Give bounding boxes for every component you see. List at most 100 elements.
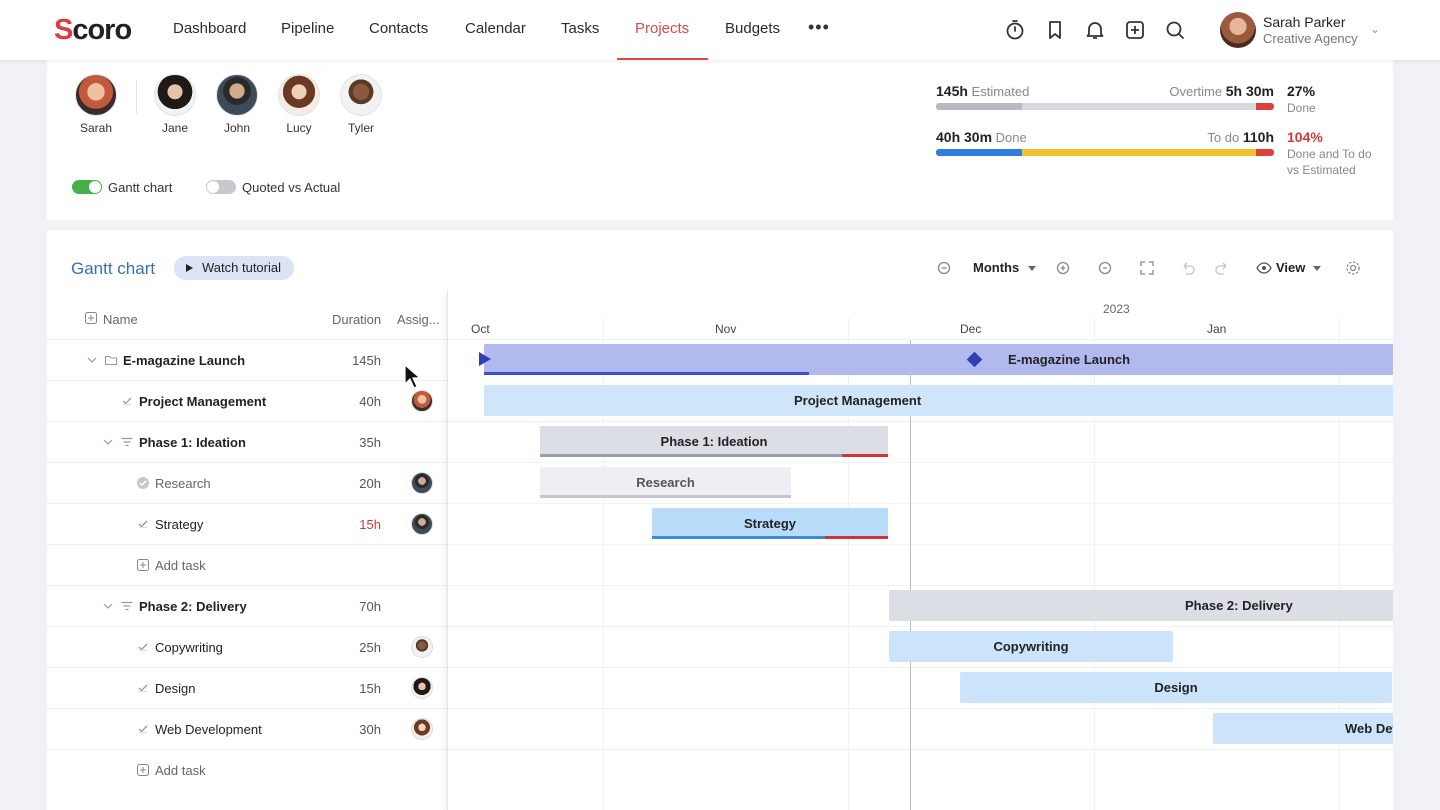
avatar <box>340 74 382 116</box>
nav-pipeline[interactable]: Pipeline <box>281 20 334 37</box>
chevron-down-icon[interactable] <box>101 435 115 449</box>
name-column-header[interactable]: Name <box>103 312 138 327</box>
assignee-avatar[interactable] <box>411 677 433 699</box>
gantt-bar-phase-2[interactable]: Phase 2: Delivery <box>889 590 1393 621</box>
gantt-bar-e-magazine-launch[interactable]: E-magazine Launch <box>484 344 1393 375</box>
watch-tutorial-button[interactable]: Watch tutorial <box>174 256 294 280</box>
task-check-icon[interactable] <box>136 722 150 736</box>
table-row[interactable]: Web Development 30h <box>47 708 447 749</box>
fullscreen-icon[interactable] <box>1138 259 1156 277</box>
month-label: Nov <box>715 322 737 336</box>
row-duration: 20h <box>359 476 381 491</box>
table-row[interactable]: Phase 2: Delivery 70h <box>47 585 447 626</box>
bar-overtime <box>842 454 888 457</box>
chevron-down-icon[interactable] <box>101 599 115 613</box>
table-row[interactable]: Project Management 40h <box>47 380 447 421</box>
nav-calendar[interactable]: Calendar <box>465 20 526 37</box>
row-name: Copywriting <box>155 640 223 655</box>
table-row[interactable]: Design 15h <box>47 667 447 708</box>
nav-budgets[interactable]: Budgets <box>725 20 780 37</box>
grid-line <box>448 626 1393 627</box>
redo-icon[interactable] <box>1213 259 1231 277</box>
timer-icon[interactable] <box>1003 18 1027 42</box>
bar-progress <box>484 372 809 375</box>
chevron-down-icon[interactable] <box>85 353 99 367</box>
assignee-avatar[interactable] <box>411 718 433 740</box>
table-row[interactable]: Copywriting 25h <box>47 626 447 667</box>
row-name: Strategy <box>155 517 204 532</box>
gantt-chart-toggle[interactable] <box>72 180 102 194</box>
gantt-card: Gantt chart Watch tutorial Months View N… <box>47 230 1393 810</box>
estimated-stat: 145h Estimated <box>936 83 1030 99</box>
zoom-in-icon[interactable] <box>1054 259 1072 277</box>
add-icon[interactable] <box>1123 18 1147 42</box>
add-task-link[interactable]: Add task <box>155 558 206 573</box>
task-check-icon[interactable] <box>120 394 134 408</box>
expand-all-icon[interactable] <box>85 312 97 324</box>
more-menu-icon[interactable]: ••• <box>808 17 830 38</box>
gantt-bar-strategy[interactable]: Strategy <box>652 508 888 539</box>
table-row[interactable]: Phase 1: Ideation 35h <box>47 421 447 462</box>
task-check-icon[interactable] <box>136 517 150 531</box>
gantt-bar-web-development[interactable]: Web Dev <box>1213 713 1393 744</box>
table-row[interactable]: Research 20h <box>47 462 447 503</box>
table-row[interactable]: Strategy 15h <box>47 503 447 544</box>
gear-icon[interactable] <box>1344 259 1362 277</box>
row-duration: 145h <box>352 353 381 368</box>
assignee-avatar[interactable] <box>411 390 433 412</box>
bell-icon[interactable] <box>1083 18 1107 42</box>
task-check-icon[interactable] <box>136 681 150 695</box>
add-task-icon[interactable] <box>136 558 150 572</box>
gantt-bar-copywriting[interactable]: Copywriting <box>889 631 1173 662</box>
zoom-out-icon[interactable] <box>935 259 953 277</box>
assignee-avatar[interactable] <box>411 472 433 494</box>
scale-select[interactable]: Months <box>973 260 1019 275</box>
completed-check-icon[interactable] <box>136 476 150 490</box>
user-menu[interactable]: Sarah Parker Creative Agency ⌄ <box>1216 8 1390 52</box>
gantt-timeline[interactable]: 2023 Oct Nov Dec Jan E-magazine Launch P… <box>447 290 1393 810</box>
assignee-column-header[interactable]: Assig... <box>397 312 440 327</box>
table-row[interactable]: Add task <box>47 544 447 585</box>
team-member-lucy[interactable]: Lucy <box>269 74 329 135</box>
add-task-link[interactable]: Add task <box>155 763 206 778</box>
undo-icon[interactable] <box>1179 259 1197 277</box>
add-task-icon[interactable] <box>136 763 150 777</box>
table-row[interactable]: E-magazine Launch 145h <box>47 339 447 380</box>
view-menu[interactable]: View <box>1276 260 1305 275</box>
nav-contacts[interactable]: Contacts <box>369 20 428 37</box>
gantt-bar-phase-1[interactable]: Phase 1: Ideation <box>540 426 888 457</box>
scoro-logo[interactable]: Scoro <box>54 14 132 47</box>
task-check-icon[interactable] <box>136 640 150 654</box>
avatar <box>154 74 196 116</box>
gantt-bar-design[interactable]: Design <box>960 672 1392 703</box>
member-name: Tyler <box>347 121 374 135</box>
row-duration: 15h <box>359 517 381 532</box>
zoom-fit-icon[interactable] <box>1096 259 1114 277</box>
team-member-jane[interactable]: Jane <box>145 74 205 135</box>
nav-dashboard[interactable]: Dashboard <box>173 20 246 37</box>
gantt-bar-project-management[interactable]: Project Management <box>484 385 1393 416</box>
team-member-john[interactable]: John <box>207 74 267 135</box>
search-icon[interactable] <box>1163 18 1187 42</box>
month-label: Jan <box>1207 322 1227 336</box>
mouse-cursor-icon <box>404 364 420 389</box>
assignee-avatar[interactable] <box>411 513 433 535</box>
nav-projects[interactable]: Projects <box>635 20 689 37</box>
nav-tasks[interactable]: Tasks <box>561 20 599 37</box>
row-duration: 30h <box>359 722 381 737</box>
user-organization: Creative Agency <box>1263 31 1358 46</box>
bookmark-icon[interactable] <box>1043 18 1067 42</box>
grid-line <box>448 749 1393 750</box>
table-row[interactable]: Add task <box>47 749 447 790</box>
quoted-vs-actual-toggle[interactable] <box>206 180 236 194</box>
gantt-bar-research[interactable]: Research <box>540 467 791 498</box>
bar-estimate-segment <box>1022 103 1256 110</box>
assignee-avatar[interactable] <box>411 636 433 658</box>
avatar <box>75 74 117 116</box>
row-name: Phase 2: Delivery <box>139 599 247 614</box>
team-member-tyler[interactable]: Tyler <box>331 74 391 135</box>
duration-column-header[interactable]: Duration <box>332 312 381 327</box>
team-member-sarah[interactable]: Sarah <box>66 74 126 135</box>
grid-line <box>448 708 1393 709</box>
row-name: Research <box>155 476 211 491</box>
